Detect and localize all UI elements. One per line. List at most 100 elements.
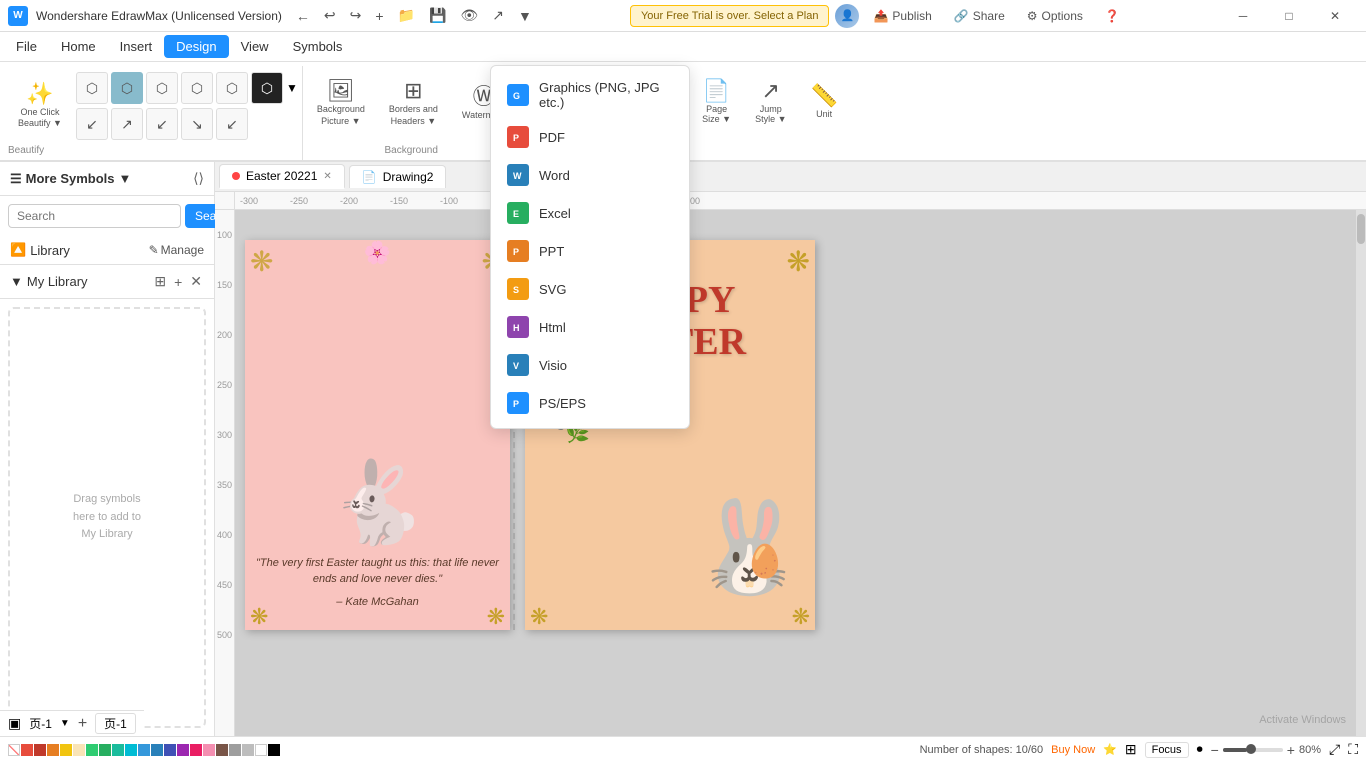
record-btn[interactable]: ⏺ — [1197, 742, 1203, 757]
menu-file[interactable]: File — [4, 35, 49, 58]
undo-btn[interactable]: ↩ — [318, 3, 342, 28]
help-button[interactable]: ❓ — [1097, 5, 1128, 27]
swatch-cyan[interactable] — [125, 744, 137, 756]
tab-close-btn[interactable]: ✕ — [323, 171, 331, 182]
swatch-dark-blue[interactable] — [151, 744, 163, 756]
style-row2-btn-5[interactable]: ↙ — [216, 108, 248, 140]
publish-button[interactable]: 📤 Publish — [865, 5, 939, 27]
export-visio[interactable]: V Visio — [491, 346, 689, 384]
trial-button[interactable]: Your Free Trial is over. Select a Plan — [630, 5, 830, 27]
swatch-brown[interactable] — [216, 744, 228, 756]
layers-btn[interactable]: ⊞ — [1125, 741, 1137, 758]
style-btn-3[interactable]: ⬡ — [146, 72, 178, 104]
one-click-beautify-button[interactable]: ✨ One ClickBeautify ▼ — [8, 75, 72, 137]
scrollbar-thumb[interactable] — [1357, 214, 1365, 244]
tab-drawing2[interactable]: 📄 Drawing2 — [349, 165, 447, 188]
swatch-light-gray[interactable] — [242, 744, 254, 756]
expand-styles-btn[interactable]: ▼ — [286, 72, 298, 104]
export-excel[interactable]: E Excel — [491, 194, 689, 232]
page-number-indicator: 页-1 — [95, 713, 136, 734]
swatch-orange[interactable] — [47, 744, 59, 756]
fit-window-btn[interactable]: ⤢ — [1329, 741, 1340, 758]
back-btn[interactable]: ← — [290, 4, 316, 28]
export-ppt[interactable]: P PPT — [491, 232, 689, 270]
zoom-in-btn[interactable]: + — [1287, 742, 1295, 758]
style-btn-1[interactable]: ⬡ — [76, 72, 108, 104]
swatch-yellow[interactable] — [60, 744, 72, 756]
page-dropdown-btn[interactable]: ▼ — [60, 718, 70, 729]
swatch-none[interactable] — [8, 744, 20, 756]
minimize-button[interactable]: ─ — [1220, 0, 1266, 32]
preview-btn[interactable]: 👁 — [454, 3, 484, 28]
style-row2-btn-3[interactable]: ↙ — [146, 108, 178, 140]
menu-home[interactable]: Home — [49, 35, 108, 58]
tab-easter[interactable]: Easter 20221 ✕ — [219, 164, 345, 189]
swatch-indigo[interactable] — [164, 744, 176, 756]
library-grid-view-btn[interactable]: ⊞ — [152, 271, 168, 292]
export-word[interactable]: W Word — [491, 156, 689, 194]
more-btn[interactable]: ▼ — [512, 4, 538, 28]
options-button[interactable]: ⚙ Options — [1019, 5, 1091, 27]
buy-now-btn[interactable]: Buy Now — [1051, 744, 1095, 756]
menu-symbols[interactable]: Symbols — [281, 35, 355, 58]
style-row2-btn-2[interactable]: ↗ — [111, 108, 143, 140]
export-html[interactable]: H Html — [491, 308, 689, 346]
fullscreen-btn[interactable]: ⛶ — [1348, 741, 1358, 758]
style-btn-4[interactable]: ⬡ — [181, 72, 213, 104]
swatch-red[interactable] — [21, 744, 33, 756]
swatch-green[interactable] — [99, 744, 111, 756]
export-ps-eps[interactable]: P PS/EPS — [491, 384, 689, 422]
swatch-teal[interactable] — [112, 744, 124, 756]
style-btn-6[interactable]: ⬡ — [251, 72, 283, 104]
style-btn-5[interactable]: ⬡ — [216, 72, 248, 104]
swatch-black[interactable] — [268, 744, 280, 756]
export-pdf[interactable]: P PDF — [491, 118, 689, 156]
background-picture-button[interactable]: 🖼 BackgroundPicture ▼ — [307, 72, 375, 135]
redo-btn[interactable]: ↪ — [344, 3, 368, 28]
open-btn[interactable]: 📁 — [392, 3, 421, 28]
export-btn[interactable]: ↗ — [486, 3, 510, 28]
swatch-lime[interactable] — [86, 744, 98, 756]
swatch-dark-red[interactable] — [34, 744, 46, 756]
close-button[interactable]: ✕ — [1312, 0, 1358, 32]
library-add-btn[interactable]: + — [172, 271, 184, 292]
menu-view[interactable]: View — [229, 35, 281, 58]
zoom-out-btn[interactable]: − — [1211, 742, 1219, 758]
library-close-btn[interactable]: ✕ — [188, 271, 204, 292]
export-graphics[interactable]: G Graphics (PNG, JPG etc.) — [491, 72, 689, 118]
maximize-button[interactable]: □ — [1266, 0, 1312, 32]
style-row2-btn-4[interactable]: ↘ — [181, 108, 213, 140]
style-row2-btn-1[interactable]: ↙ — [76, 108, 108, 140]
borders-headers-button[interactable]: ⊞ Borders andHeaders ▼ — [379, 72, 448, 135]
jump-style-button[interactable]: ↗ JumpStyle ▼ — [745, 72, 796, 132]
manage-button[interactable]: ✎ Manage — [149, 243, 204, 257]
swatch-light-yellow[interactable] — [73, 744, 85, 756]
swatch-light-pink[interactable] — [203, 744, 215, 756]
sidebar-collapse-btn[interactable]: ⟨⟩ — [193, 170, 204, 187]
page-layout-btn[interactable]: ▣ — [8, 715, 21, 732]
menu-design[interactable]: Design — [164, 35, 228, 58]
swatch-white[interactable] — [255, 744, 267, 756]
zoom-slider[interactable] — [1223, 748, 1283, 752]
header-right: Your Free Trial is over. Select a Plan 👤… — [630, 4, 1128, 28]
html-icon: H — [507, 316, 529, 338]
vertical-scrollbar[interactable] — [1356, 210, 1366, 736]
search-input[interactable] — [8, 204, 181, 228]
swatch-blue[interactable] — [138, 744, 150, 756]
swatch-gray[interactable] — [229, 744, 241, 756]
new-btn[interactable]: + — [369, 4, 389, 28]
share-button[interactable]: 🔗 Share — [946, 5, 1013, 27]
add-page-btn[interactable]: + — [78, 715, 87, 733]
page-size-button[interactable]: 📄 PageSize ▼ — [692, 72, 741, 132]
svg-text:G: G — [513, 91, 520, 101]
swatch-pink[interactable] — [190, 744, 202, 756]
canvas-drawing-area[interactable]: ❋ ❋ 🐇 "The very first Easter taught us t… — [235, 210, 1356, 736]
style-btn-2[interactable]: ⬡ — [111, 72, 143, 104]
unit-button[interactable]: 📏 Unit — [800, 77, 847, 127]
export-svg[interactable]: S SVG — [491, 270, 689, 308]
menu-insert[interactable]: Insert — [108, 35, 165, 58]
swatch-purple[interactable] — [177, 744, 189, 756]
focus-button[interactable]: Focus — [1145, 742, 1189, 758]
library-label[interactable]: 🔼 Library — [10, 242, 70, 258]
save-btn[interactable]: 💾 — [423, 3, 452, 28]
